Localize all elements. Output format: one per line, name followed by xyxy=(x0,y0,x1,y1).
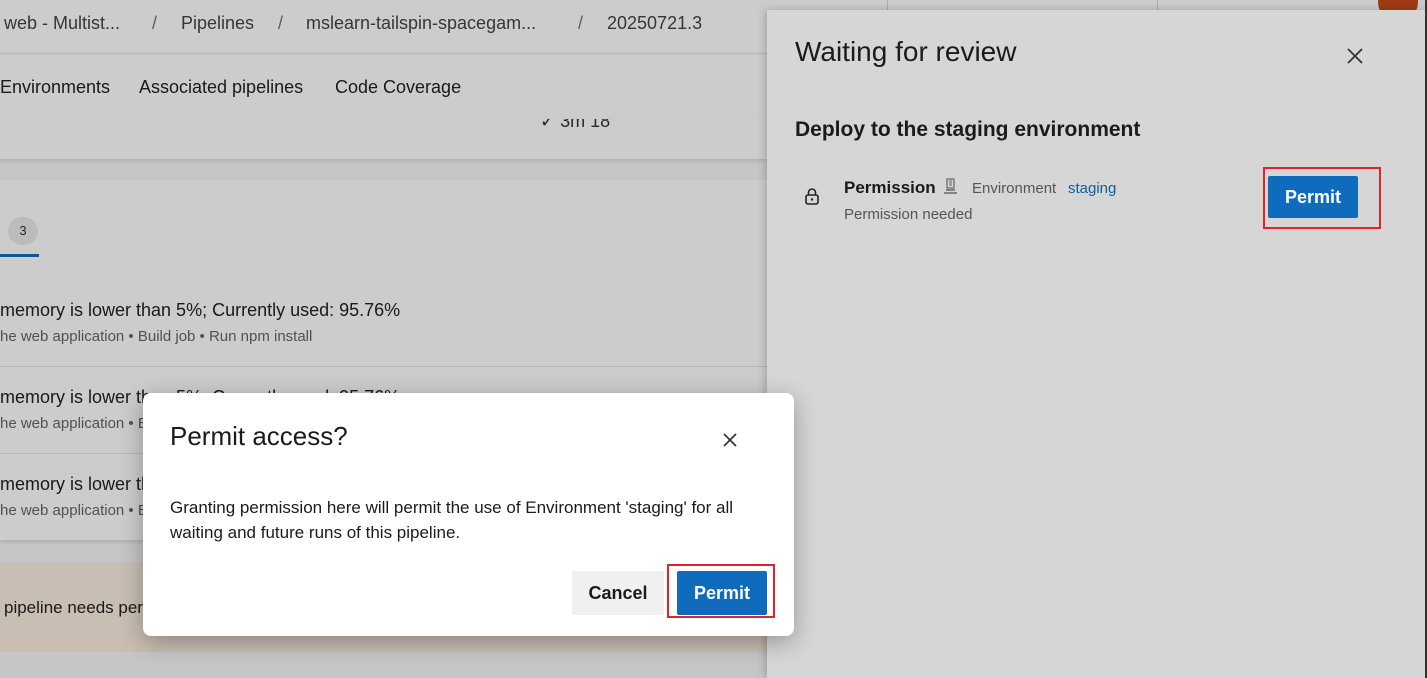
permit-button[interactable]: Permit xyxy=(677,571,767,615)
resource-type-label: Environment xyxy=(972,180,1057,197)
stage-title: Deploy to the staging environment xyxy=(795,118,1141,141)
close-icon[interactable] xyxy=(1345,46,1365,66)
check-name: Permission xyxy=(844,178,936,197)
dialog-message: Granting permission here will permit the… xyxy=(170,498,734,542)
panel-title: Waiting for review xyxy=(795,36,1017,67)
close-icon[interactable] xyxy=(721,431,739,449)
environment-icon xyxy=(943,178,958,195)
dialog-title: Permit access? xyxy=(170,421,348,451)
panel-permit-button[interactable]: Permit xyxy=(1268,176,1358,218)
check-status: Permission needed xyxy=(844,206,973,223)
lock-icon xyxy=(804,187,820,205)
waiting-for-review-panel: Waiting for review Deploy to the staging… xyxy=(767,10,1427,678)
permit-access-dialog: Permit access? Granting permission here … xyxy=(143,393,794,636)
cancel-button[interactable]: Cancel xyxy=(572,571,664,615)
environment-link[interactable]: staging xyxy=(1068,180,1116,197)
